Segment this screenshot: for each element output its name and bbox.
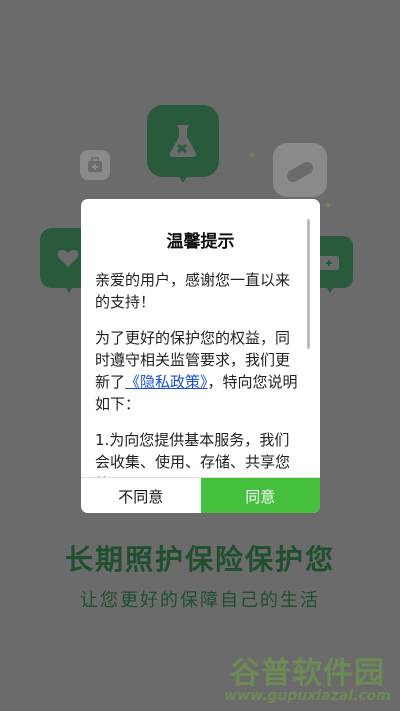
tagline-sub: 让您更好的保障自己的生活	[80, 590, 320, 611]
dialog-title: 温馨提示	[166, 232, 235, 252]
watermark-url: www.gupuxlazal.com	[224, 688, 391, 704]
privacy-policy-link[interactable]: 《隐私政策》	[125, 373, 208, 391]
dialog-paragraph: 1.为向您提供基本服务，我们会收集、使用、存储、共享您的	[95, 431, 291, 477]
dialog-button-row: 不同意 同意	[81, 477, 320, 513]
agree-button[interactable]: 同意	[200, 478, 320, 513]
medicine-flask-icon	[147, 105, 219, 183]
dialog-paragraph: 亲爱的用户，感谢您一直以来的支持！	[95, 271, 291, 311]
dialog-body[interactable]: 亲爱的用户，感谢您一直以来的支持！ 为了更好的保护您的权益，同时遵守相关监管要求…	[95, 269, 303, 477]
dialog-scrollbar[interactable]	[307, 219, 310, 349]
medical-kit-icon	[80, 150, 110, 180]
watermark-brand: 谷普软件园	[230, 656, 385, 691]
tagline-main: 长期照护保险保护您	[64, 543, 335, 576]
dialog-paragraph: 为了更好的保护您的权益，同时遵守相关监管要求，我们更新了《隐私政策》，特向您说明…	[95, 327, 303, 415]
pill-capsule-icon	[273, 143, 327, 197]
sparkle-icon: ✦	[246, 148, 258, 164]
sparkle-icon: ✦	[322, 198, 334, 214]
decline-button[interactable]: 不同意	[81, 478, 201, 513]
privacy-dialog: 温馨提示 亲爱的用户，感谢您一直以来的支持！ 为了更好的保护您的权益，同时遵守相…	[81, 199, 320, 513]
